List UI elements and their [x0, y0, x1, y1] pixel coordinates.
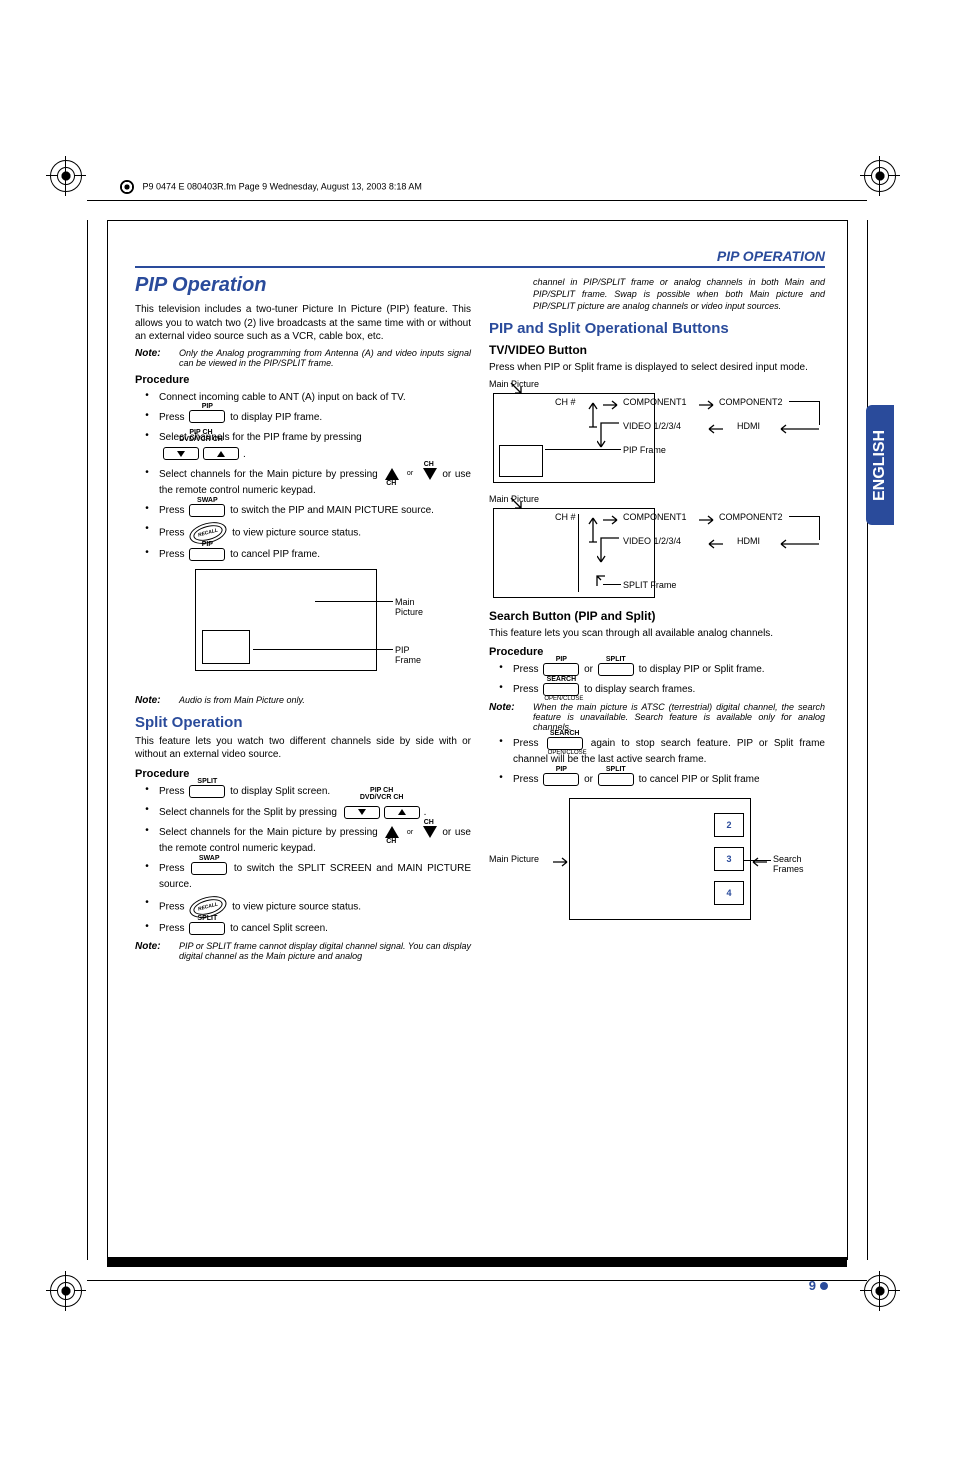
input-cycle-pip-diagram: Main Picture CH # COMPONENT1 COMPONENT2 … [489, 379, 825, 484]
note-atsc: Note: When the main picture is ATSC (ter… [489, 702, 825, 732]
pip-intro: This television includes a two-tuner Pic… [135, 303, 471, 344]
ch-down-button[interactable] [423, 826, 437, 838]
step-cancel-pip-split: Press PIP or SPLIT to cancel PIP or Spli… [513, 772, 825, 788]
search-button[interactable]: SEARCHOPEN/CLOSE [547, 737, 583, 750]
pip-diagram: Main Picture PIP Frame [195, 569, 395, 689]
step-cancel-pip: Press PIP to cancel PIP frame. [159, 547, 471, 563]
step-swap-2: Press SWAP to switch the SPLIT SCREEN an… [159, 861, 471, 893]
note-analog-only: Note: Only the Analog programming from A… [135, 348, 471, 368]
pip-ch-up-button[interactable] [384, 806, 420, 819]
step-select-pip-ch: Select channels for the PIP frame by pre… [159, 430, 471, 463]
note-audio: Note: Audio is from Main Picture only. [135, 695, 471, 706]
split-button[interactable]: SPLIT [189, 922, 225, 935]
search-desc: This feature lets you scan through all a… [489, 627, 825, 641]
search-button[interactable]: SEARCHOPEN/CLOSE [543, 683, 579, 696]
pip-ch-down-button[interactable] [163, 447, 199, 460]
ch-up-button[interactable] [385, 468, 399, 480]
split-operation-title: Split Operation [135, 714, 471, 731]
language-tab-english: ENGLISH [866, 405, 894, 525]
search-frames-diagram: Main Picture 2 3 4 Search Frames [509, 798, 809, 928]
swap-button[interactable]: SWAP [189, 504, 225, 517]
running-head: PIP OPERATION [135, 248, 825, 264]
pip-button[interactable]: PIP [189, 410, 225, 423]
page-number: 9 [809, 1278, 828, 1293]
note-digital: Note: PIP or SPLIT frame cannot display … [135, 941, 471, 961]
pip-button[interactable]: PIP [543, 773, 579, 786]
step-cancel-split: Press SPLIT to cancel Split screen. [159, 921, 471, 937]
input-cycle-split-diagram: Main Picture CH # COMPONENT1 COMPONENT2 … [489, 494, 825, 599]
tv-video-desc: Press when PIP or Split frame is display… [489, 361, 825, 375]
step-press-split: Press SPLIT to display Split screen. [159, 784, 471, 800]
swap-button[interactable]: SWAP [191, 862, 227, 875]
pip-button[interactable]: PIP [189, 548, 225, 561]
ch-down-button[interactable] [423, 468, 437, 480]
split-button[interactable]: SPLIT [598, 663, 634, 676]
step-swap: Press SWAP to switch the PIP and MAIN PI… [159, 503, 471, 519]
step-display-search: Press SEARCHOPEN/CLOSE to display search… [513, 682, 825, 698]
split-button[interactable]: SPLIT [598, 773, 634, 786]
search-button-heading: Search Button (PIP and Split) [489, 609, 825, 623]
header-rule [135, 266, 825, 268]
pip-operation-title: PIP Operation [135, 274, 471, 297]
ch-up-button[interactable] [385, 826, 399, 838]
footer-rule [107, 1257, 847, 1267]
note-continued: channel in PIP/SPLIT frame or analog cha… [533, 276, 825, 312]
split-intro: This feature lets you watch two differen… [135, 735, 471, 762]
pip-ch-down-button[interactable] [344, 806, 380, 819]
tv-video-button-heading: TV/VIDEO Button [489, 343, 825, 357]
step-press-pip: Press PIP to display PIP frame. [159, 410, 471, 426]
print-header: P9 0474 E 080403R.fm Page 9 Wednesday, A… [120, 180, 422, 194]
procedure-heading-2: Procedure [135, 768, 471, 780]
procedure-heading-3: Procedure [489, 646, 825, 658]
pip-split-buttons-title: PIP and Split Operational Buttons [489, 320, 825, 337]
split-button[interactable]: SPLIT [189, 785, 225, 798]
procedure-heading: Procedure [135, 374, 471, 386]
pip-ch-up-button[interactable] [203, 447, 239, 460]
